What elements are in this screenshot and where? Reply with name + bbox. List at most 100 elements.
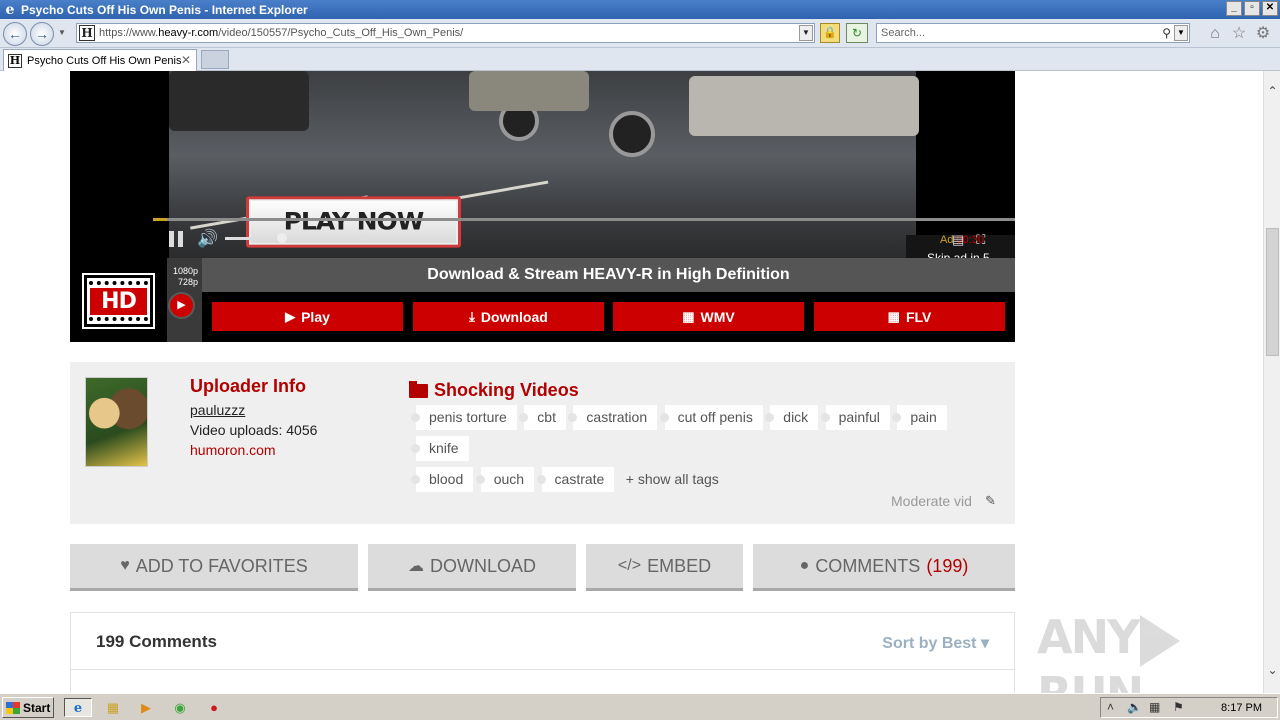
uploader-name-link[interactable]: pauluzzz bbox=[190, 402, 245, 418]
pause-icon[interactable] bbox=[169, 231, 185, 247]
start-button[interactable]: Start bbox=[2, 697, 54, 718]
edit-icon[interactable]: ✎ bbox=[985, 493, 996, 509]
fullscreen-icon[interactable]: ⛶ bbox=[976, 232, 997, 247]
hd-download-button[interactable]: ⤓ Download bbox=[413, 302, 604, 331]
watermark-right: RUN bbox=[1037, 667, 1144, 694]
uploader-site-link[interactable]: humoron.com bbox=[190, 442, 276, 458]
tag-link[interactable]: pain bbox=[892, 405, 947, 430]
maximize-button[interactable]: ▫ bbox=[1244, 1, 1260, 16]
volume-slider[interactable] bbox=[225, 233, 287, 243]
tray-expand-icon[interactable]: ˄ bbox=[1107, 700, 1114, 714]
add-to-favorites-button[interactable]: ♥ ADD TO FAVORITES bbox=[70, 544, 358, 591]
quality-728p[interactable]: 728p bbox=[167, 277, 202, 288]
hd-play-icon[interactable]: ▶ bbox=[170, 294, 193, 317]
tag-link[interactable]: ouch bbox=[475, 467, 535, 492]
category-link[interactable]: Shocking Videos bbox=[409, 380, 579, 401]
forward-button[interactable]: → bbox=[30, 22, 54, 46]
vertical-scrollbar[interactable]: ⌃ ⌄ bbox=[1263, 71, 1280, 693]
film-icon: ▦ bbox=[887, 308, 900, 324]
hd-wmv-button[interactable]: ▦ WMV bbox=[613, 302, 804, 331]
flag-tray-icon[interactable]: ⚑ bbox=[1173, 700, 1184, 714]
recent-pages-chevron-icon[interactable]: ▼ bbox=[58, 28, 66, 37]
page-viewport: PLAY NOW 🔊 00:00 / 00:30 Skip ad in 5 Ad… bbox=[0, 71, 1263, 693]
download-icon: ⤓ bbox=[469, 308, 475, 324]
subtitles-icon[interactable]: ▤ bbox=[952, 232, 976, 247]
window-title: Psycho Cuts Off His Own Penis - Internet… bbox=[21, 2, 308, 17]
tag-link[interactable]: cbt bbox=[519, 405, 566, 430]
scrollbar-thumb[interactable] bbox=[1266, 228, 1279, 356]
tag-link[interactable]: knife bbox=[411, 436, 469, 461]
volume-level bbox=[225, 237, 281, 240]
caret-down-icon: ▾ bbox=[980, 635, 989, 652]
tag-link[interactable]: castration bbox=[568, 405, 658, 430]
system-tray: ˄ 🔈 ▦ ⚑ 8:17 PM bbox=[1100, 697, 1278, 718]
embed-label: EMBED bbox=[647, 555, 712, 576]
comments-count: (199) bbox=[926, 555, 969, 576]
hd-play-button[interactable]: ▶ Play bbox=[212, 302, 403, 331]
window-controls: _ ▫ ✕ bbox=[1226, 1, 1278, 16]
opera-taskbar-icon[interactable]: ● bbox=[204, 698, 224, 717]
window-titlebar: e Psycho Cuts Off His Own Penis - Intern… bbox=[0, 0, 1280, 19]
download-button[interactable]: ☁ DOWNLOAD bbox=[368, 544, 576, 591]
tag-link[interactable]: dick bbox=[765, 405, 819, 430]
comments-label: COMMENTS bbox=[815, 555, 921, 576]
sort-dropdown[interactable]: Sort by Best ▾ bbox=[882, 633, 989, 653]
refresh-button[interactable]: ↻ bbox=[846, 23, 868, 43]
volume-tray-icon[interactable]: 🔈 bbox=[1127, 700, 1142, 714]
url-field[interactable]: H https://www. heavy-r.com/video/150557/P… bbox=[76, 23, 815, 43]
volume-icon[interactable]: 🔊 bbox=[197, 229, 218, 249]
home-icon[interactable]: ⌂ bbox=[1205, 24, 1225, 44]
gear-icon[interactable]: ⚙ bbox=[1253, 24, 1273, 44]
windows-logo-icon bbox=[6, 701, 20, 714]
cloud-download-icon: ☁ bbox=[407, 558, 424, 575]
show-all-tags-link[interactable]: + show all tags bbox=[622, 467, 729, 492]
player-controls-right: ▤⛶ bbox=[952, 232, 997, 248]
ie-taskbar-icon[interactable]: e bbox=[64, 698, 92, 717]
search-icon[interactable]: ⚲ bbox=[1162, 24, 1171, 42]
tag-link[interactable]: penis torture bbox=[411, 405, 517, 430]
folder-taskbar-icon[interactable]: ▦ bbox=[103, 698, 123, 717]
media-player-taskbar-icon[interactable]: ▶ bbox=[136, 698, 156, 717]
video-progress-fill bbox=[153, 218, 167, 221]
tab-active[interactable]: H Psycho Cuts Off His Own Penis ✕ bbox=[3, 49, 197, 71]
video-progress-bar[interactable] bbox=[153, 218, 1015, 221]
tag-link[interactable]: painful bbox=[820, 405, 890, 430]
video-timecode: 00:00 / 00:30 bbox=[305, 233, 370, 245]
scroll-up-icon[interactable]: ⌃ bbox=[1264, 83, 1280, 100]
tag-link[interactable]: castrate bbox=[536, 467, 615, 492]
folder-icon bbox=[409, 380, 428, 398]
quality-1080p[interactable]: 1080p bbox=[167, 258, 202, 277]
favorites-star-icon[interactable]: ☆ bbox=[1229, 24, 1249, 44]
clock[interactable]: 8:17 PM bbox=[1221, 702, 1262, 714]
comments-button[interactable]: ● COMMENTS (199) bbox=[753, 544, 1015, 591]
quality-column: 1080p 728p ▶ bbox=[167, 258, 202, 342]
embed-button[interactable]: </> EMBED bbox=[586, 544, 743, 591]
hd-play-label: Play bbox=[301, 308, 330, 325]
chrome-taskbar-icon[interactable]: ◉ bbox=[170, 698, 190, 717]
volume-knob[interactable] bbox=[277, 233, 287, 243]
scroll-down-icon[interactable]: ⌄ bbox=[1264, 662, 1280, 679]
moderate-video-link[interactable]: Moderate vid bbox=[891, 493, 972, 509]
windows-taskbar: Start e ▦ ▶ ◉ ● ˄ 🔈 ▦ ⚑ 8:17 PM bbox=[0, 693, 1280, 720]
tab-close-icon[interactable]: ✕ bbox=[181, 53, 191, 67]
minimize-button[interactable]: _ bbox=[1226, 1, 1242, 16]
comments-header: 199 Comments Sort by Best ▾ bbox=[71, 613, 1014, 670]
tag-link[interactable]: cut off penis bbox=[659, 405, 763, 430]
tag-link[interactable]: blood bbox=[410, 467, 474, 492]
lock-icon[interactable]: 🔒 bbox=[820, 23, 840, 43]
search-dropdown-chevron-icon[interactable]: ▼ bbox=[1174, 25, 1188, 41]
new-tab-button[interactable] bbox=[201, 50, 229, 69]
video-player[interactable]: PLAY NOW 🔊 00:00 / 00:30 bbox=[70, 71, 1015, 259]
search-placeholder: Search... bbox=[881, 27, 926, 39]
hd-flv-button[interactable]: ▦ FLV bbox=[814, 302, 1005, 331]
film-icon: ▦ bbox=[682, 308, 695, 324]
uploader-avatar[interactable] bbox=[85, 377, 148, 467]
back-button[interactable]: ← bbox=[3, 22, 27, 46]
search-input[interactable]: Search... ⚲ ▼ bbox=[876, 23, 1190, 43]
url-dropdown-chevron-icon[interactable]: ▼ bbox=[799, 25, 813, 41]
network-tray-icon[interactable]: ▦ bbox=[1149, 700, 1160, 714]
favorites-label: ADD TO FAVORITES bbox=[135, 555, 308, 576]
address-toolbar: ← → ▼ H https://www. heavy-r.com/video/15… bbox=[0, 19, 1280, 48]
close-button[interactable]: ✕ bbox=[1262, 1, 1278, 16]
film-strip-bottom bbox=[89, 316, 148, 321]
